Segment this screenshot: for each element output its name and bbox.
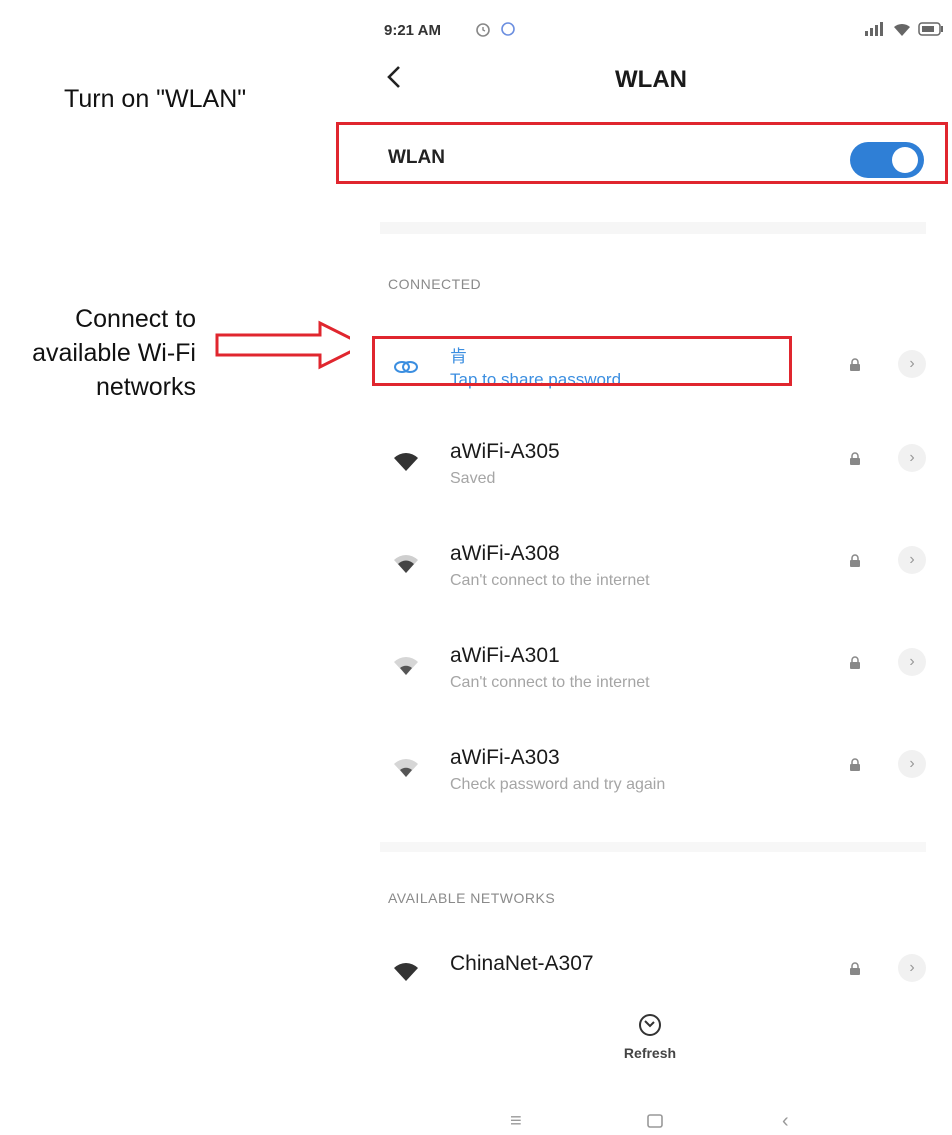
annotation-connect-line1: Connect to [75,305,196,333]
chevron-right-icon[interactable]: › [898,954,926,982]
network-status: Saved [450,470,496,487]
network-name: aWiFi-A308 [450,542,560,565]
annotation-connect-line3: networks [95,373,196,401]
wifi-signal-icon [394,657,418,675]
chevron-right-icon[interactable]: › [898,648,926,676]
chevron-right-icon[interactable]: › [898,444,926,472]
chevron-right-icon[interactable]: › [898,350,926,378]
back-icon[interactable]: ‹ [782,1110,789,1133]
wifi-signal-icon [394,759,418,777]
signal-icon [864,22,883,37]
status-left-icons [474,20,516,38]
sync-icon [501,22,515,36]
top-bar: WLAN [350,56,952,106]
battery-icon [918,22,943,36]
wifi-signal-icon [394,453,418,471]
home-icon[interactable] [646,1112,664,1135]
section-header-available: AVAILABLE NETWORKS [388,890,556,906]
available-network-row[interactable]: ChinaNet-A307 › [350,940,952,1010]
wifi-icon [893,23,910,37]
section-header-connected: CONNECTED [388,276,482,292]
network-status: Check password and try again [450,776,666,793]
lock-icon [850,452,860,465]
alarm-icon [476,23,490,37]
network-row[interactable]: aWiFi-A305 Saved › [350,430,952,500]
network-name: aWiFi-A305 [450,440,560,463]
network-row[interactable]: aWiFi-A303 Check password and try again … [350,736,952,806]
page-title: WLAN [615,66,687,93]
menu-icon[interactable]: ≡ [510,1110,522,1133]
lock-icon [850,962,860,975]
network-name: aWiFi-A303 [450,746,560,769]
network-status: Can't connect to the internet [450,572,650,589]
status-time: 9:21 AM [384,22,441,39]
highlight-wlan-toggle [336,122,948,184]
lock-icon [850,656,860,669]
refresh-label: Refresh [623,1045,677,1061]
refresh-icon [639,1014,661,1036]
wifi-signal-icon [394,963,418,981]
section-divider [380,842,926,852]
lock-icon [850,758,860,771]
system-nav-bar: ≡ ‹ [350,1110,952,1135]
status-bar: 9:21 AM [384,20,944,44]
chevron-right-icon[interactable]: › [898,546,926,574]
wifi-signal-icon [394,555,418,573]
network-row[interactable]: aWiFi-A308 Can't connect to the internet… [350,532,952,602]
network-status: Can't connect to the internet [450,674,650,691]
chevron-right-icon[interactable]: › [898,750,926,778]
annotation-connect-line2: available Wi-Fi [32,339,196,367]
annotation-arrow-icon [215,320,368,370]
annotation-turn-on-wlan: Turn on "WLAN" [64,85,247,113]
annotation-connect: Connect to available Wi-Fi networks [0,302,196,404]
status-right-icons [864,20,944,37]
refresh-button[interactable]: Refresh [610,1012,690,1061]
network-name: aWiFi-A301 [450,644,560,667]
lock-icon [850,554,860,567]
lock-icon [850,358,860,371]
network-name: ChinaNet-A307 [450,952,594,975]
highlight-connected-network [372,336,792,386]
section-divider [380,222,926,234]
network-row[interactable]: aWiFi-A301 Can't connect to the internet… [350,634,952,704]
